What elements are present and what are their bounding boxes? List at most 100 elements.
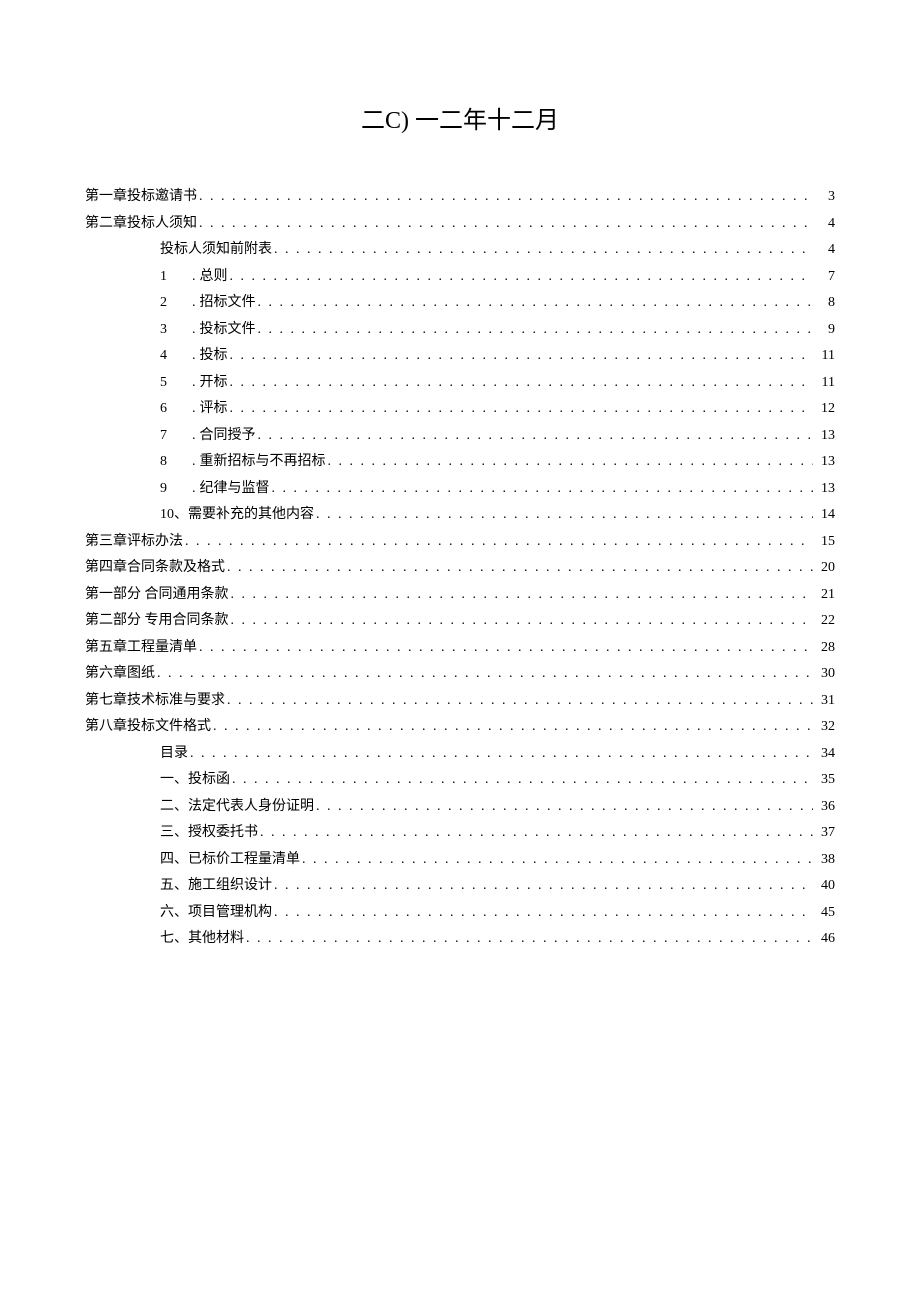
toc-dots <box>258 296 814 310</box>
toc-num: 1 <box>160 270 180 284</box>
toc-dots <box>316 800 813 814</box>
toc-dots <box>272 482 814 496</box>
toc-dots <box>231 614 814 628</box>
toc-page: 38 <box>815 853 835 867</box>
toc-page: 22 <box>815 614 835 628</box>
toc-page: 36 <box>815 800 835 814</box>
toc-label: 目录 <box>160 747 188 761</box>
toc-dots <box>190 747 813 761</box>
toc-num: 6 <box>160 402 180 416</box>
toc-dots <box>227 694 813 708</box>
toc-label: 评标 <box>200 402 228 416</box>
toc-sep: . <box>192 455 196 469</box>
toc-row: 第六章图纸30 <box>85 667 835 681</box>
toc-label: 四、已标价工程量清单 <box>160 853 300 867</box>
toc-row: 六、项目管理机构 45 <box>85 906 835 920</box>
toc-dots <box>274 243 813 257</box>
toc-label: 三、授权委托书 <box>160 826 258 840</box>
toc-row: 七、其他材料 46 <box>85 932 835 946</box>
toc-dots <box>185 535 813 549</box>
toc-page: 28 <box>815 641 835 655</box>
toc-row: 第一章投标邀请书3 <box>85 190 835 204</box>
toc-num: 7 <box>160 429 180 443</box>
toc-page: 12 <box>815 402 835 416</box>
toc-label: 第二部分 专用合同条款 <box>85 614 229 628</box>
toc-label: 合同授予 <box>200 429 256 443</box>
toc-page: 40 <box>815 879 835 893</box>
toc-dots <box>231 588 814 602</box>
toc-page: 9 <box>815 323 835 337</box>
toc-label: 二、法定代表人身份证明 <box>160 800 314 814</box>
toc-sep: . <box>192 323 196 337</box>
toc-page: 13 <box>815 482 835 496</box>
toc-page: 21 <box>815 588 835 602</box>
toc-row: 10、需要补充的其他内容 14 <box>85 508 835 522</box>
toc-row: 四、已标价工程量清单 38 <box>85 853 835 867</box>
toc-dots <box>199 217 813 231</box>
toc-num: 2 <box>160 296 180 310</box>
toc-page: 45 <box>815 906 835 920</box>
toc-page: 8 <box>815 296 835 310</box>
toc-row: 2.招标文件8 <box>85 296 835 310</box>
toc-row: 第八章投标文件格式32 <box>85 720 835 734</box>
toc-num: 9 <box>160 482 180 496</box>
toc-num: 5 <box>160 376 180 390</box>
toc-page: 34 <box>815 747 835 761</box>
toc-dots <box>230 376 814 390</box>
toc-page: 20 <box>815 561 835 575</box>
toc-dots <box>199 190 813 204</box>
toc-label: 投标 <box>200 349 228 363</box>
toc-row: 9.纪律与监督13 <box>85 482 835 496</box>
toc-dots <box>230 402 814 416</box>
toc-dots <box>227 561 813 575</box>
toc-page: 3 <box>815 190 835 204</box>
toc-sep: . <box>192 402 196 416</box>
toc-dots <box>328 455 814 469</box>
toc-row: 第二章投标人须知4 <box>85 217 835 231</box>
toc-label: 六、项目管理机构 <box>160 906 272 920</box>
toc-label: 10、需要补充的其他内容 <box>160 508 314 522</box>
toc-dots <box>260 826 813 840</box>
toc-label: 第七章技术标准与要求 <box>85 694 225 708</box>
toc-page: 46 <box>815 932 835 946</box>
toc-row: 5.开标11 <box>85 376 835 390</box>
toc-label: 第六章图纸 <box>85 667 155 681</box>
toc-row: 一、投标函35 <box>85 773 835 787</box>
toc-dots <box>316 508 813 522</box>
toc-row: 1.总则7 <box>85 270 835 284</box>
toc-page: 13 <box>815 429 835 443</box>
toc-dots <box>230 270 814 284</box>
table-of-contents: 第一章投标邀请书3 第二章投标人须知4 投标人须知前附表4 1.总则7 2.招标… <box>85 190 835 946</box>
toc-sep: . <box>192 376 196 390</box>
toc-sep: . <box>192 270 196 284</box>
toc-row: 第三章评标办法15 <box>85 535 835 549</box>
toc-page: 31 <box>815 694 835 708</box>
toc-num: 3 <box>160 323 180 337</box>
toc-dots <box>258 429 814 443</box>
toc-row: 第七章技术标准与要求 31 <box>85 694 835 708</box>
toc-label: 第五章工程量清单 <box>85 641 197 655</box>
toc-dots <box>199 641 813 655</box>
toc-row: 6. 评标 12 <box>85 402 835 416</box>
toc-page: 4 <box>815 243 835 257</box>
toc-label: 七、其他材料 <box>160 932 244 946</box>
toc-label: 五、施工组织设计 <box>160 879 272 893</box>
toc-row: 五、施工组织设计 40 <box>85 879 835 893</box>
toc-page: 11 <box>815 349 835 363</box>
toc-row: 7. 合同授予 13 <box>85 429 835 443</box>
toc-label: 投标文件 <box>200 323 256 337</box>
toc-dots <box>246 932 813 946</box>
toc-label: 总则 <box>200 270 228 284</box>
toc-page: 11 <box>815 376 835 390</box>
toc-label: 第八章投标文件格式 <box>85 720 211 734</box>
toc-sep: . <box>192 349 196 363</box>
toc-dots <box>232 773 813 787</box>
toc-dots <box>258 323 814 337</box>
toc-page: 14 <box>815 508 835 522</box>
toc-row: 第五章工程量清单 28 <box>85 641 835 655</box>
toc-label: 招标文件 <box>200 296 256 310</box>
toc-label: 第二章投标人须知 <box>85 217 197 231</box>
toc-row: 投标人须知前附表4 <box>85 243 835 257</box>
toc-sep: . <box>192 482 196 496</box>
toc-sep: . <box>192 429 196 443</box>
